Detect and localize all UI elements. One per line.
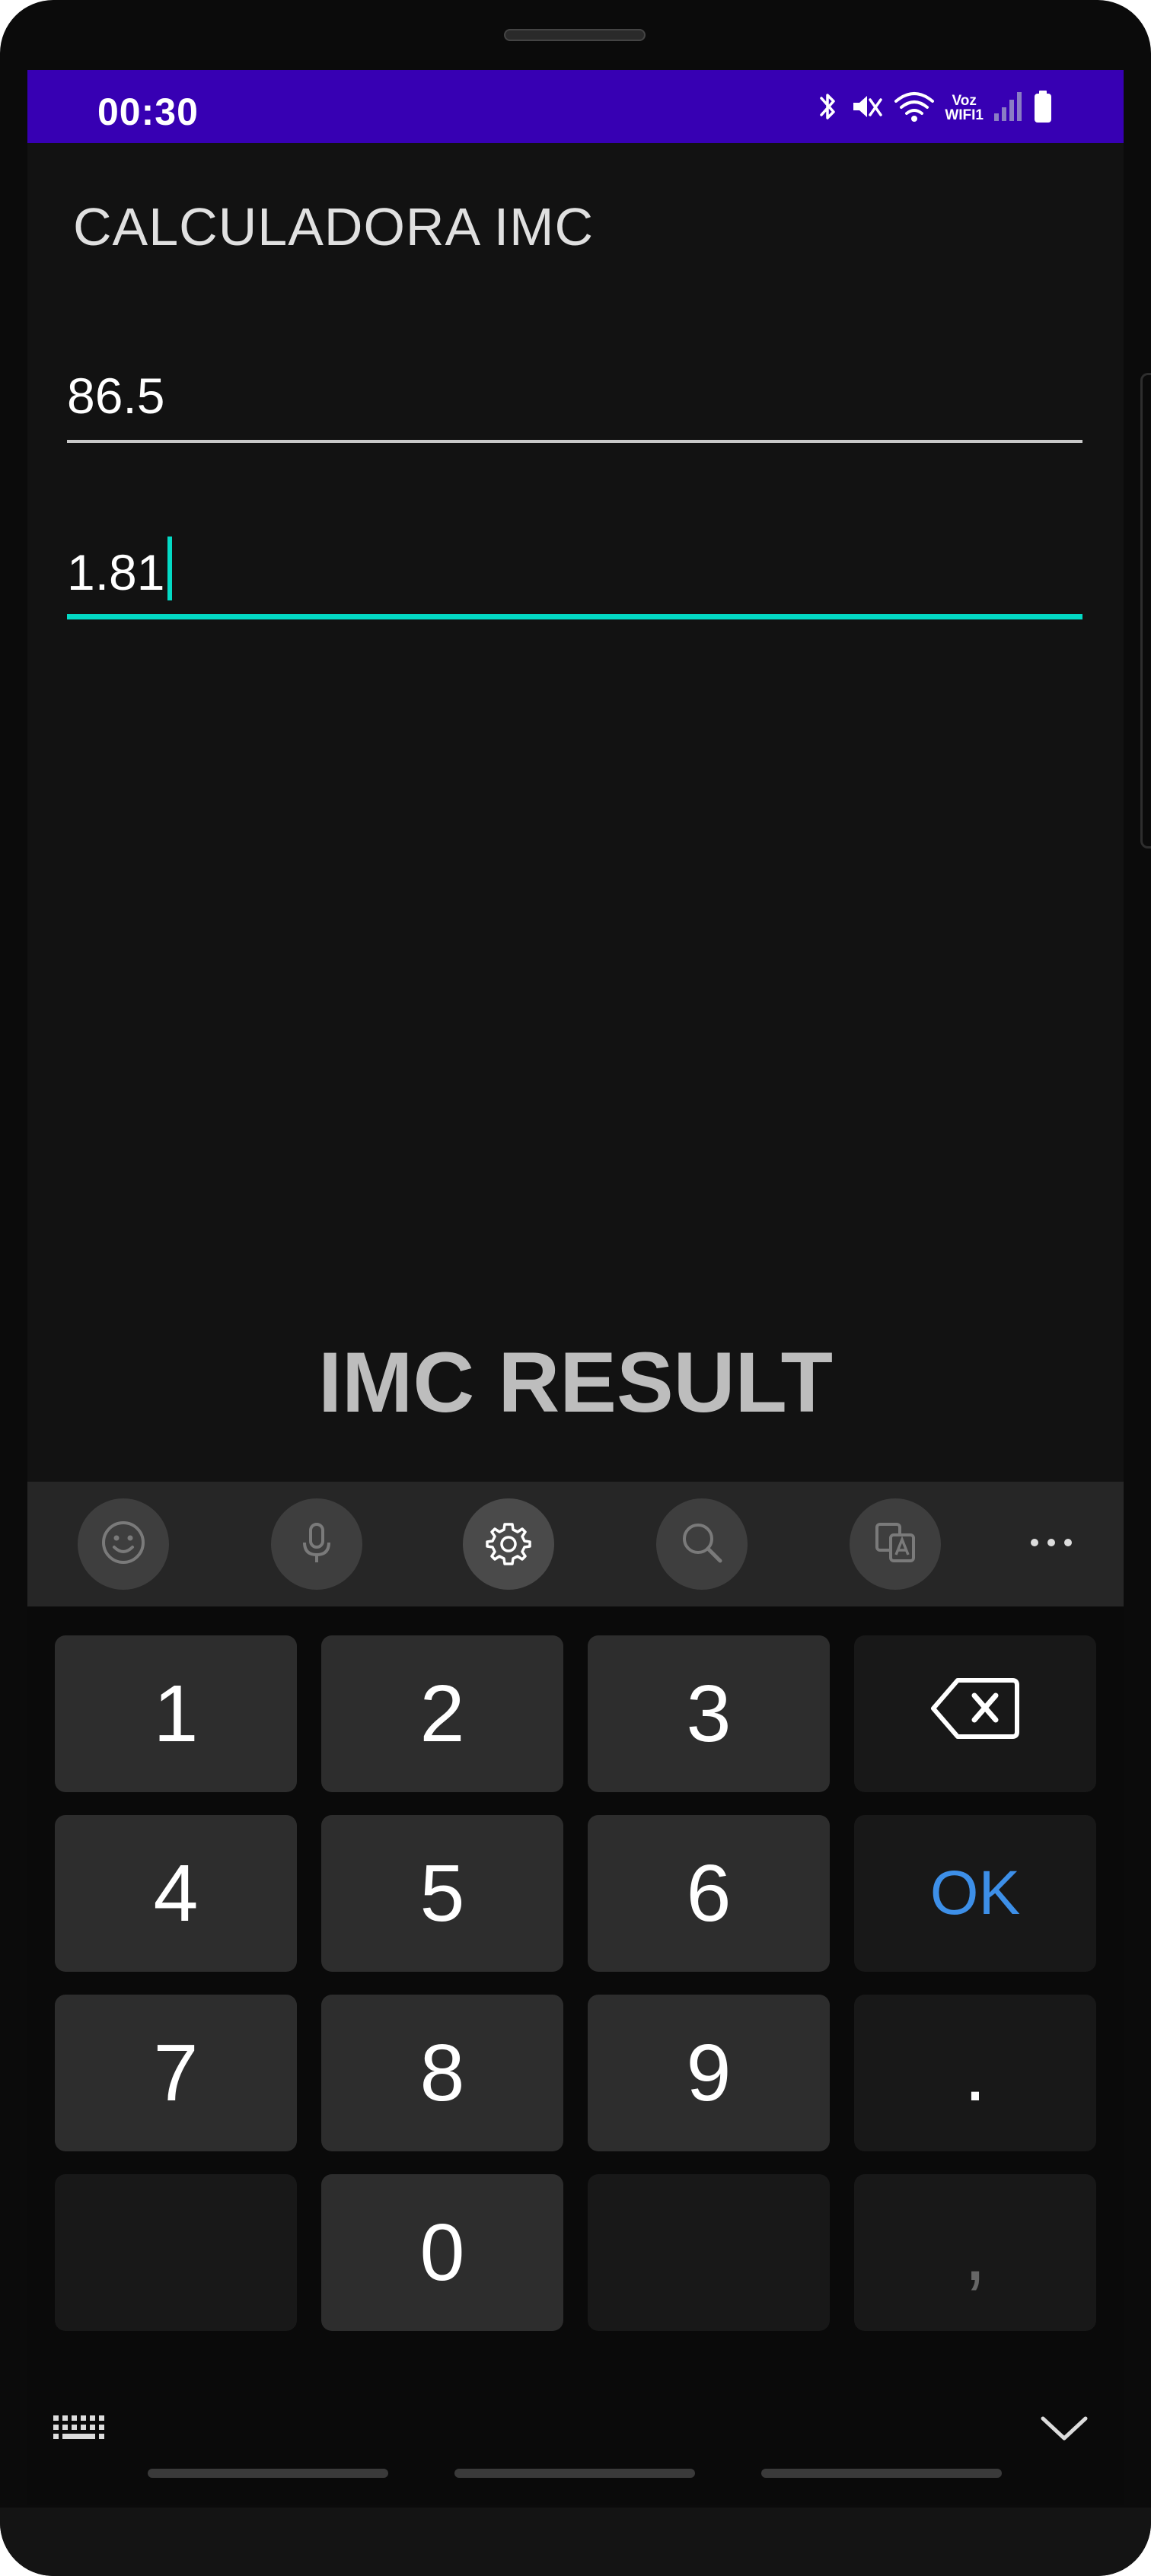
nav-pill-right[interactable] bbox=[761, 2469, 1002, 2478]
backspace-key[interactable] bbox=[854, 1635, 1096, 1792]
key-0[interactable]: 0 bbox=[321, 2174, 563, 2331]
more-icon bbox=[1027, 1535, 1076, 1554]
dot-key[interactable]: . bbox=[854, 1995, 1096, 2151]
phone-bottom-bezel bbox=[0, 2508, 1151, 2576]
key-7[interactable]: 7 bbox=[55, 1995, 297, 2151]
bluetooth-icon bbox=[815, 89, 840, 128]
hide-keyboard-button[interactable] bbox=[1034, 2406, 1095, 2452]
network-label-bottom: WIFI1 bbox=[945, 107, 984, 123]
weight-input-underline bbox=[67, 440, 1082, 443]
key-5[interactable]: 5 bbox=[321, 1815, 563, 1972]
key-6[interactable]: 6 bbox=[588, 1815, 830, 1972]
keyboard-icon bbox=[52, 2412, 107, 2447]
imc-result: IMC RESULT bbox=[317, 1335, 834, 1430]
screen: 00:30 Voz WIFI1 CALCULADORA IMC 86.5 1.8… bbox=[27, 70, 1124, 2505]
weight-input-value: 86.5 bbox=[67, 368, 165, 424]
nav-pill-center[interactable] bbox=[454, 2469, 695, 2478]
search-icon bbox=[678, 1518, 726, 1571]
wifi-icon bbox=[893, 89, 936, 128]
nav-pill-left[interactable] bbox=[148, 2469, 388, 2478]
empty-key-left bbox=[55, 2174, 297, 2331]
emoji-icon bbox=[99, 1518, 148, 1571]
height-input[interactable]: 1.81 bbox=[67, 536, 1082, 619]
weight-input[interactable]: 86.5 bbox=[67, 359, 1082, 443]
vibrate-mute-icon bbox=[849, 89, 884, 128]
settings-icon bbox=[484, 1518, 533, 1571]
network-label-top: Voz bbox=[952, 93, 977, 109]
keyboard-settings-button[interactable] bbox=[463, 1498, 554, 1590]
height-input-text: 1.81 bbox=[67, 537, 173, 601]
numeric-keyboard: 1 2 3 4 5 6 OK 7 8 9 . 0 , bbox=[27, 1606, 1124, 2505]
earpiece-speaker bbox=[504, 29, 646, 41]
key-8[interactable]: 8 bbox=[321, 1995, 563, 2151]
emoji-button[interactable] bbox=[78, 1498, 169, 1590]
side-scroll-handle bbox=[1140, 373, 1151, 849]
phone-frame: 00:30 Voz WIFI1 CALCULADORA IMC 86.5 1.8… bbox=[0, 0, 1151, 2576]
network-label: Voz WIFI1 bbox=[945, 94, 984, 123]
signal-icon bbox=[993, 89, 1023, 128]
more-options-button[interactable] bbox=[1017, 1498, 1086, 1590]
keyboard-switch-button[interactable] bbox=[49, 2406, 110, 2452]
comma-key[interactable]: , bbox=[854, 2174, 1096, 2331]
backspace-icon bbox=[930, 1668, 1020, 1760]
ok-key[interactable]: OK bbox=[854, 1815, 1096, 1972]
keyboard-toolbar bbox=[27, 1482, 1124, 1606]
text-cursor bbox=[167, 537, 173, 600]
translate-icon bbox=[871, 1518, 920, 1571]
key-3[interactable]: 3 bbox=[588, 1635, 830, 1792]
voice-input-button[interactable] bbox=[271, 1498, 362, 1590]
status-time: 00:30 bbox=[97, 91, 199, 133]
translate-button[interactable] bbox=[850, 1498, 941, 1590]
battery-icon bbox=[1032, 89, 1054, 128]
keyboard-search-button[interactable] bbox=[656, 1498, 748, 1590]
chevron-down-icon bbox=[1040, 2412, 1089, 2447]
key-4[interactable]: 4 bbox=[55, 1815, 297, 1972]
status-icons: Voz WIFI1 bbox=[815, 87, 1054, 129]
key-2[interactable]: 2 bbox=[321, 1635, 563, 1792]
app-title: CALCULADORA IMC bbox=[73, 197, 595, 256]
height-input-value: 1.81 bbox=[67, 544, 165, 600]
key-1[interactable]: 1 bbox=[55, 1635, 297, 1792]
microphone-icon bbox=[292, 1518, 341, 1571]
empty-key-right bbox=[588, 2174, 830, 2331]
height-input-underline bbox=[67, 614, 1082, 619]
status-bar: 00:30 Voz WIFI1 bbox=[27, 70, 1124, 143]
key-9[interactable]: 9 bbox=[588, 1995, 830, 2151]
